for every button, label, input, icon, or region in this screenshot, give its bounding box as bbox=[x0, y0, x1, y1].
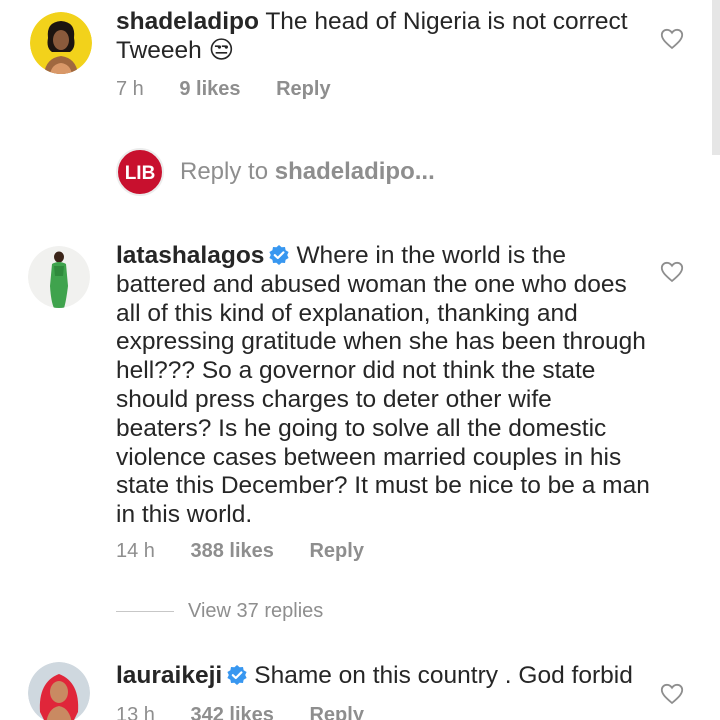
verified-badge-icon bbox=[269, 245, 290, 265]
avatar[interactable] bbox=[28, 662, 90, 720]
verified-badge-icon bbox=[227, 665, 247, 685]
comment-meta: 14 h 388 likes Reply bbox=[116, 540, 364, 563]
reply-button[interactable]: Reply bbox=[309, 704, 363, 720]
comment-text: latashalagos Where in the world is the b… bbox=[116, 242, 651, 530]
likes-count[interactable]: 9 likes bbox=[179, 78, 240, 101]
heart-icon[interactable] bbox=[660, 28, 684, 50]
scrollbar[interactable] bbox=[712, 0, 720, 155]
comment-username[interactable]: shadeladipo bbox=[116, 8, 259, 35]
avatar[interactable] bbox=[30, 12, 92, 74]
reply-button[interactable]: Reply bbox=[309, 540, 363, 563]
comment-meta: 7 h 9 likes Reply bbox=[116, 78, 331, 101]
comment-username[interactable]: lauraikeji bbox=[116, 662, 222, 689]
reply-button[interactable]: Reply bbox=[276, 78, 330, 101]
reply-prefix: Reply to bbox=[180, 158, 275, 185]
comment-text: shadeladipo The head of Nigeria is not c… bbox=[116, 8, 651, 66]
heart-icon[interactable] bbox=[660, 683, 684, 705]
lib-avatar: LIB bbox=[116, 148, 164, 196]
replies-divider bbox=[116, 611, 174, 612]
avatar[interactable] bbox=[28, 246, 90, 308]
comment-time: 13 h bbox=[116, 704, 155, 720]
reply-target: shadeladipo... bbox=[274, 158, 435, 185]
comment-body: Where in the world is the battered and a… bbox=[116, 242, 650, 529]
comment-meta: 13 h 342 likes Reply bbox=[116, 704, 364, 720]
reply-input[interactable]: Reply to shadeladipo... bbox=[180, 158, 435, 186]
comment-username[interactable]: latashalagos bbox=[116, 242, 264, 269]
likes-count[interactable]: 388 likes bbox=[191, 540, 274, 563]
reply-composer[interactable]: LIB Reply to shadeladipo... bbox=[0, 148, 720, 198]
heart-icon[interactable] bbox=[660, 261, 684, 283]
comment-time: 14 h bbox=[116, 540, 155, 562]
view-replies-button[interactable]: View 37 replies bbox=[188, 600, 323, 623]
view-replies[interactable]: View 37 replies bbox=[116, 600, 323, 630]
comment-body: Shame on this country . God forbid bbox=[254, 662, 633, 689]
comment-time: 7 h bbox=[116, 78, 144, 100]
comment-text: lauraikeji Shame on this country . God f… bbox=[116, 662, 651, 691]
likes-count[interactable]: 342 likes bbox=[191, 704, 274, 720]
